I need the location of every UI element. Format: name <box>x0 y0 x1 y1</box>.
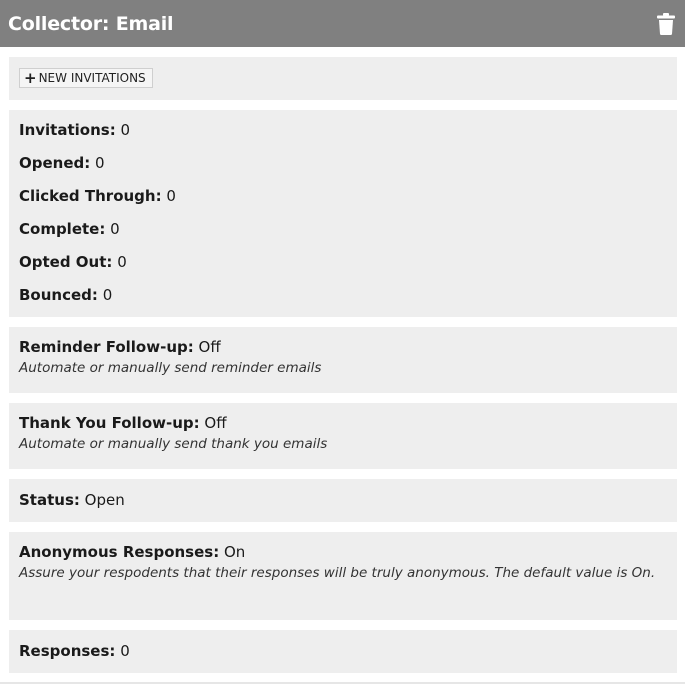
plus-icon: + <box>24 68 37 87</box>
status-panel[interactable]: Status: Open <box>9 479 677 522</box>
thankyou-description: Automate or manually send thank you emai… <box>19 436 328 452</box>
status-setting: Status: Open <box>19 491 125 509</box>
responses-count: Responses: 0 <box>19 642 130 660</box>
anonymous-panel[interactable]: Anonymous Responses: On Assure your resp… <box>9 532 677 620</box>
stat-invitations: Invitations: 0 <box>19 121 131 139</box>
anonymous-description: Assure your respodents that their respon… <box>19 565 656 581</box>
thankyou-panel[interactable]: Thank You Follow-up: Off Automate or man… <box>9 403 677 469</box>
reminder-setting: Reminder Follow-up: Off <box>19 338 221 356</box>
stat-bounced: Bounced: 0 <box>19 286 113 304</box>
reminder-panel[interactable]: Reminder Follow-up: Off Automate or manu… <box>9 327 677 393</box>
page-title: Collector: Email <box>8 12 174 35</box>
anonymous-setting: Anonymous Responses: On <box>19 543 246 561</box>
responses-panel: Responses: 0 <box>9 630 677 673</box>
actions-panel: + NEW INVITATIONS <box>9 57 677 100</box>
stat-opened: Opened: 0 <box>19 154 105 172</box>
trash-icon[interactable] <box>655 12 677 36</box>
stat-opted-out: Opted Out: 0 <box>19 253 127 271</box>
thankyou-setting: Thank You Follow-up: Off <box>19 414 227 432</box>
new-invitations-label: NEW INVITATIONS <box>38 71 146 85</box>
reminder-description: Automate or manually send reminder email… <box>19 360 322 376</box>
stats-panel: Invitations: 0 Opened: 0 Clicked Through… <box>9 110 677 317</box>
collector-header: Collector: Email <box>0 0 685 47</box>
new-invitations-button[interactable]: + NEW INVITATIONS <box>19 68 153 88</box>
stat-complete: Complete: 0 <box>19 220 120 238</box>
stat-clicked-through: Clicked Through: 0 <box>19 187 176 205</box>
